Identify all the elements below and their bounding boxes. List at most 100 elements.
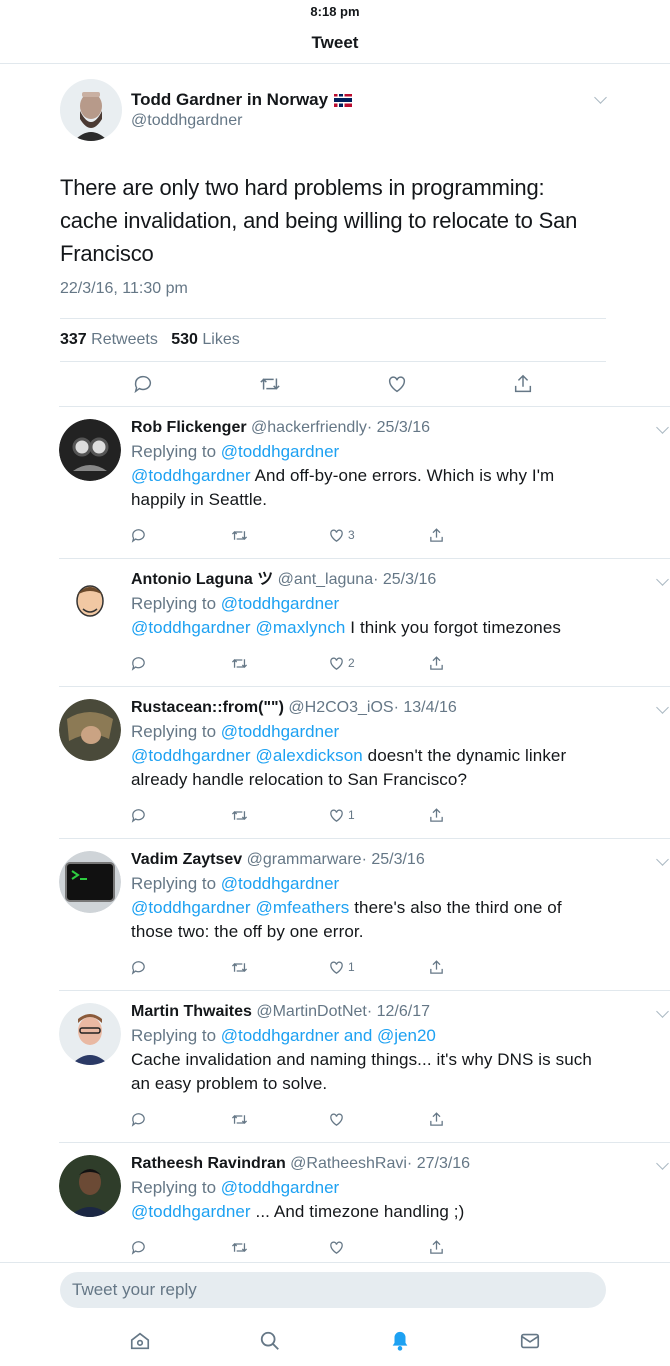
like-icon xyxy=(328,527,345,544)
reply-action-like[interactable] xyxy=(328,1239,428,1256)
avatar[interactable] xyxy=(59,1155,121,1217)
reply-mentions[interactable]: @toddhgardner @alexdickson xyxy=(131,746,363,765)
replying-to: Replying to @toddhgardner xyxy=(131,591,606,616)
chevron-down-icon[interactable] xyxy=(656,1157,669,1170)
reply-action-like[interactable]: 3 xyxy=(328,527,428,544)
bell-icon xyxy=(389,1330,411,1352)
reply-tweet[interactable]: Antonio Laguna ツ @ant_laguna· 25/3/16 Rep… xyxy=(59,558,670,686)
replying-to-link[interactable]: @toddhgardner xyxy=(221,722,339,741)
main-tweet-author[interactable]: Todd Gardner in Norway xyxy=(131,90,353,110)
reply-tweet[interactable]: Martin Thwaites @MartinDotNet· 12/6/17 Re… xyxy=(59,990,670,1142)
reply-mentions[interactable]: @toddhgardner xyxy=(131,466,251,485)
reply-tweet[interactable]: Rob Flickenger @hackerfriendly· 25/3/16 R… xyxy=(59,406,670,558)
reply-action-reply[interactable] xyxy=(130,655,230,672)
reply-action-share[interactable] xyxy=(428,1239,528,1256)
reply-action-share[interactable] xyxy=(428,807,528,824)
reply-author-name[interactable]: Vadim Zaytsev xyxy=(131,851,242,868)
reply-action-like[interactable]: 2 xyxy=(328,655,428,672)
reply-author-name[interactable]: Rob Flickenger xyxy=(131,419,247,436)
replying-to-link[interactable]: @toddhgardner xyxy=(221,1178,339,1197)
reply-action-retweet[interactable] xyxy=(230,1239,328,1256)
like-icon[interactable] xyxy=(386,373,408,395)
avatar[interactable] xyxy=(59,699,121,761)
reply-author-handle[interactable]: @RatheeshRavi xyxy=(290,1155,407,1172)
tweet-detail[interactable]: Todd Gardner in Norway @toddhgardner The… xyxy=(0,65,670,1262)
reply-icon xyxy=(130,655,147,672)
reply-action-reply[interactable] xyxy=(130,1111,230,1128)
reply-header: Rob Flickenger @hackerfriendly· 25/3/16 xyxy=(131,417,606,439)
tab-search[interactable] xyxy=(250,1325,290,1357)
reply-author-handle[interactable]: @H2CO3_iOS xyxy=(288,699,393,716)
replies-list: Rob Flickenger @hackerfriendly· 25/3/16 R… xyxy=(0,406,670,1262)
reply-text: @toddhgardner @maxlynch I think you forg… xyxy=(131,616,606,640)
replying-to-link[interactable]: @toddhgardner xyxy=(221,594,339,613)
avatar[interactable] xyxy=(59,419,121,481)
retweet-icon[interactable] xyxy=(258,373,282,395)
reply-action-retweet[interactable] xyxy=(230,959,328,976)
replying-to-link[interactable]: @toddhgardner xyxy=(221,442,339,461)
reply-header: Antonio Laguna ツ @ant_laguna· 25/3/16 xyxy=(131,569,606,591)
chevron-down-icon[interactable] xyxy=(656,1005,669,1018)
avatar[interactable] xyxy=(59,1003,121,1065)
like-icon xyxy=(328,959,345,976)
reply-body: Cache invalidation and naming things... … xyxy=(131,1050,592,1093)
share-icon[interactable] xyxy=(512,373,534,395)
reply-tweet[interactable]: Vadim Zaytsev @grammarware· 25/3/16 Reply… xyxy=(59,838,670,990)
reply-action-reply[interactable] xyxy=(130,959,230,976)
reply-composer xyxy=(0,1262,670,1366)
reply-text: @toddhgardner ... And timezone handling … xyxy=(131,1200,606,1224)
avatar[interactable] xyxy=(59,571,121,633)
tab-notifications[interactable] xyxy=(380,1325,420,1357)
reply-action-reply[interactable] xyxy=(130,807,230,824)
reply-action-share[interactable] xyxy=(428,527,528,544)
chevron-down-icon[interactable] xyxy=(656,421,669,434)
reply-action-share[interactable] xyxy=(428,1111,528,1128)
tab-messages[interactable] xyxy=(510,1325,550,1357)
retweets-stat[interactable]: 337 Retweets xyxy=(60,331,158,348)
page-title: Tweet xyxy=(311,33,359,52)
reply-action-retweet[interactable] xyxy=(230,655,328,672)
retweet-icon xyxy=(230,1239,249,1256)
tab-home[interactable] xyxy=(120,1325,160,1357)
tab-bar xyxy=(0,1325,670,1357)
reply-action-retweet[interactable] xyxy=(230,1111,328,1128)
main-tweet-stats: 337 Retweets 530 Likes xyxy=(60,318,606,362)
reply-author-handle[interactable]: @ant_laguna xyxy=(278,571,373,588)
likes-stat[interactable]: 530 Likes xyxy=(171,331,240,348)
replying-to-link[interactable]: @toddhgardner xyxy=(221,874,339,893)
replying-to-link[interactable]: @toddhgardner and @jen20 xyxy=(221,1026,436,1045)
status-time: 8:18 pm xyxy=(310,4,360,19)
reply-author-handle[interactable]: @grammarware xyxy=(247,851,362,868)
replying-to: Replying to @toddhgardner and @jen20 xyxy=(131,1023,606,1048)
reply-mentions[interactable]: @toddhgardner xyxy=(131,1202,251,1221)
avatar[interactable] xyxy=(59,851,121,913)
avatar[interactable] xyxy=(60,79,122,141)
reply-author-handle[interactable]: @hackerfriendly xyxy=(251,419,367,436)
reply-author-name[interactable]: Antonio Laguna ツ xyxy=(131,571,273,588)
reply-action-share[interactable] xyxy=(428,655,528,672)
share-icon xyxy=(428,959,445,976)
reply-author-name[interactable]: Ratheesh Ravindran xyxy=(131,1155,286,1172)
reply-action-like[interactable]: 1 xyxy=(328,959,428,976)
search-icon xyxy=(259,1330,281,1352)
chevron-down-icon[interactable] xyxy=(656,853,669,866)
chevron-down-icon[interactable] xyxy=(656,573,669,586)
reply-icon[interactable] xyxy=(132,373,154,395)
reply-action-like[interactable] xyxy=(328,1111,428,1128)
reply-tweet[interactable]: Rustacean::from("") @H2CO3_iOS· 13/4/16 R… xyxy=(59,686,670,838)
reply-mentions[interactable]: @toddhgardner @maxlynch xyxy=(131,618,345,637)
reply-mentions[interactable]: @toddhgardner @mfeathers xyxy=(131,898,349,917)
reply-action-reply[interactable] xyxy=(130,1239,230,1256)
reply-action-retweet[interactable] xyxy=(230,527,328,544)
reply-author-handle[interactable]: @MartinDotNet xyxy=(256,1003,367,1020)
reply-author-name[interactable]: Martin Thwaites xyxy=(131,1003,252,1020)
reply-action-reply[interactable] xyxy=(130,527,230,544)
reply-action-like[interactable]: 1 xyxy=(328,807,428,824)
author-handle[interactable]: @toddhgardner xyxy=(131,112,352,130)
reply-input[interactable] xyxy=(60,1272,606,1308)
reply-author-name[interactable]: Rustacean::from("") xyxy=(131,699,284,716)
chevron-down-icon[interactable] xyxy=(656,701,669,714)
reply-action-share[interactable] xyxy=(428,959,528,976)
reply-action-retweet[interactable] xyxy=(230,807,328,824)
reply-tweet[interactable]: Ratheesh Ravindran @RatheeshRavi· 27/3/1… xyxy=(59,1142,670,1262)
